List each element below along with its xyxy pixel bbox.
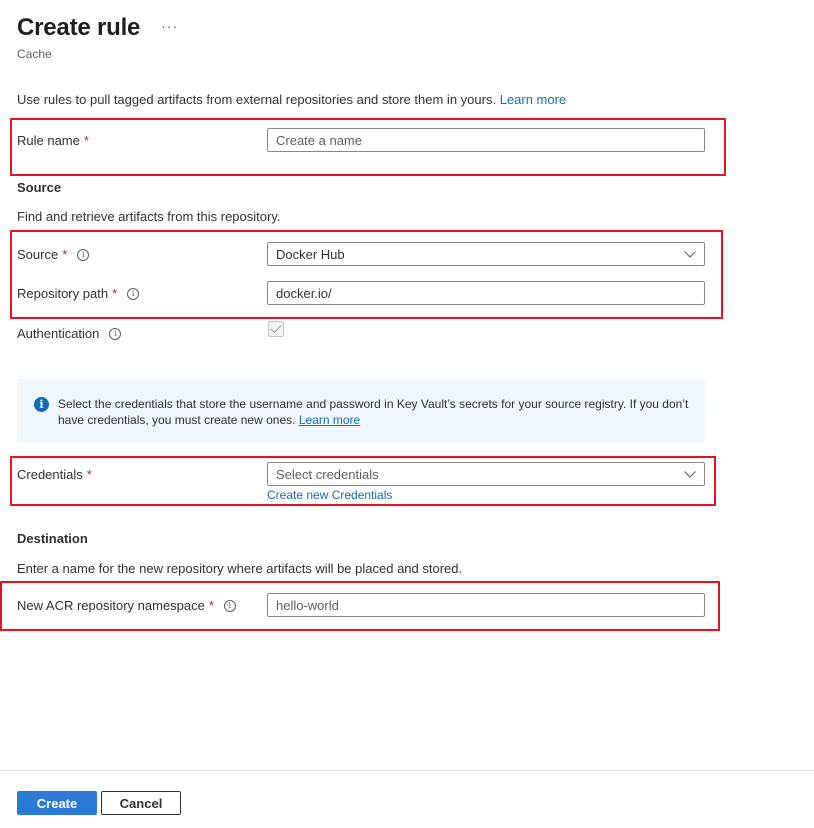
info-banner-learn-more-link[interactable]: Learn more [299,413,360,427]
repository-path-input[interactable] [268,285,704,301]
required-marker: * [208,598,214,613]
intro-text: Use rules to pull tagged artifacts from … [17,92,497,107]
source-label-text: Source [17,247,59,262]
chevron-down-icon [676,250,704,258]
credentials-dropdown[interactable]: Select credentials [267,462,705,486]
info-filled-icon: i [34,397,49,412]
source-section-description: Find and retrieve artifacts from this re… [17,209,281,224]
more-options-button[interactable]: ··· [161,18,178,34]
chevron-down-icon [676,470,704,478]
namespace-label-text: New ACR repository namespace [17,598,205,613]
rule-name-field[interactable] [267,128,705,152]
repository-path-label-text: Repository path [17,286,109,301]
source-label: Source * i [17,247,90,262]
repository-path-label: Repository path * i [17,286,140,301]
credentials-info-banner: i Select the credentials that store the … [17,379,705,442]
credentials-label: Credentials * [17,467,92,482]
create-new-credentials-link[interactable]: Create new Credentials [267,488,392,502]
rule-name-input[interactable] [268,132,704,148]
repository-path-field[interactable] [267,281,705,305]
namespace-input[interactable] [268,597,704,613]
authentication-label: Authentication i [17,326,122,341]
required-marker: * [86,467,92,482]
page-subtitle: Cache [17,47,52,61]
required-marker: * [112,286,118,301]
info-icon[interactable]: i [223,599,236,612]
footer-divider [0,770,814,771]
source-section-heading: Source [17,180,62,195]
rule-name-label: Rule name * [17,133,89,148]
namespace-label: New ACR repository namespace * i [17,598,236,613]
required-marker: * [83,133,89,148]
source-selected-value: Docker Hub [276,246,345,262]
learn-more-link[interactable]: Learn more [500,92,566,107]
info-banner-text: Select the credentials that store the us… [58,396,698,428]
cancel-button[interactable]: Cancel [101,791,181,815]
info-icon[interactable]: i [109,327,122,340]
intro-description: Use rules to pull tagged artifacts from … [17,92,566,107]
destination-section-heading: Destination [17,531,88,546]
credentials-label-text: Credentials [17,467,83,482]
credentials-placeholder: Select credentials [276,466,379,482]
info-icon[interactable]: i [77,248,90,261]
page-title: Create rule [17,14,141,41]
authentication-checkbox[interactable] [268,321,284,337]
authentication-label-text: Authentication [17,326,100,341]
source-dropdown[interactable]: Docker Hub [267,242,705,266]
rule-name-label-text: Rule name [17,133,80,148]
namespace-field[interactable] [267,593,705,617]
info-icon[interactable]: i [127,287,140,300]
destination-section-description: Enter a name for the new repository wher… [17,561,463,576]
create-button[interactable]: Create [17,791,97,815]
info-banner-message: Select the credentials that store the us… [58,397,689,427]
checkmark-icon [270,325,282,334]
required-marker: * [62,247,68,262]
